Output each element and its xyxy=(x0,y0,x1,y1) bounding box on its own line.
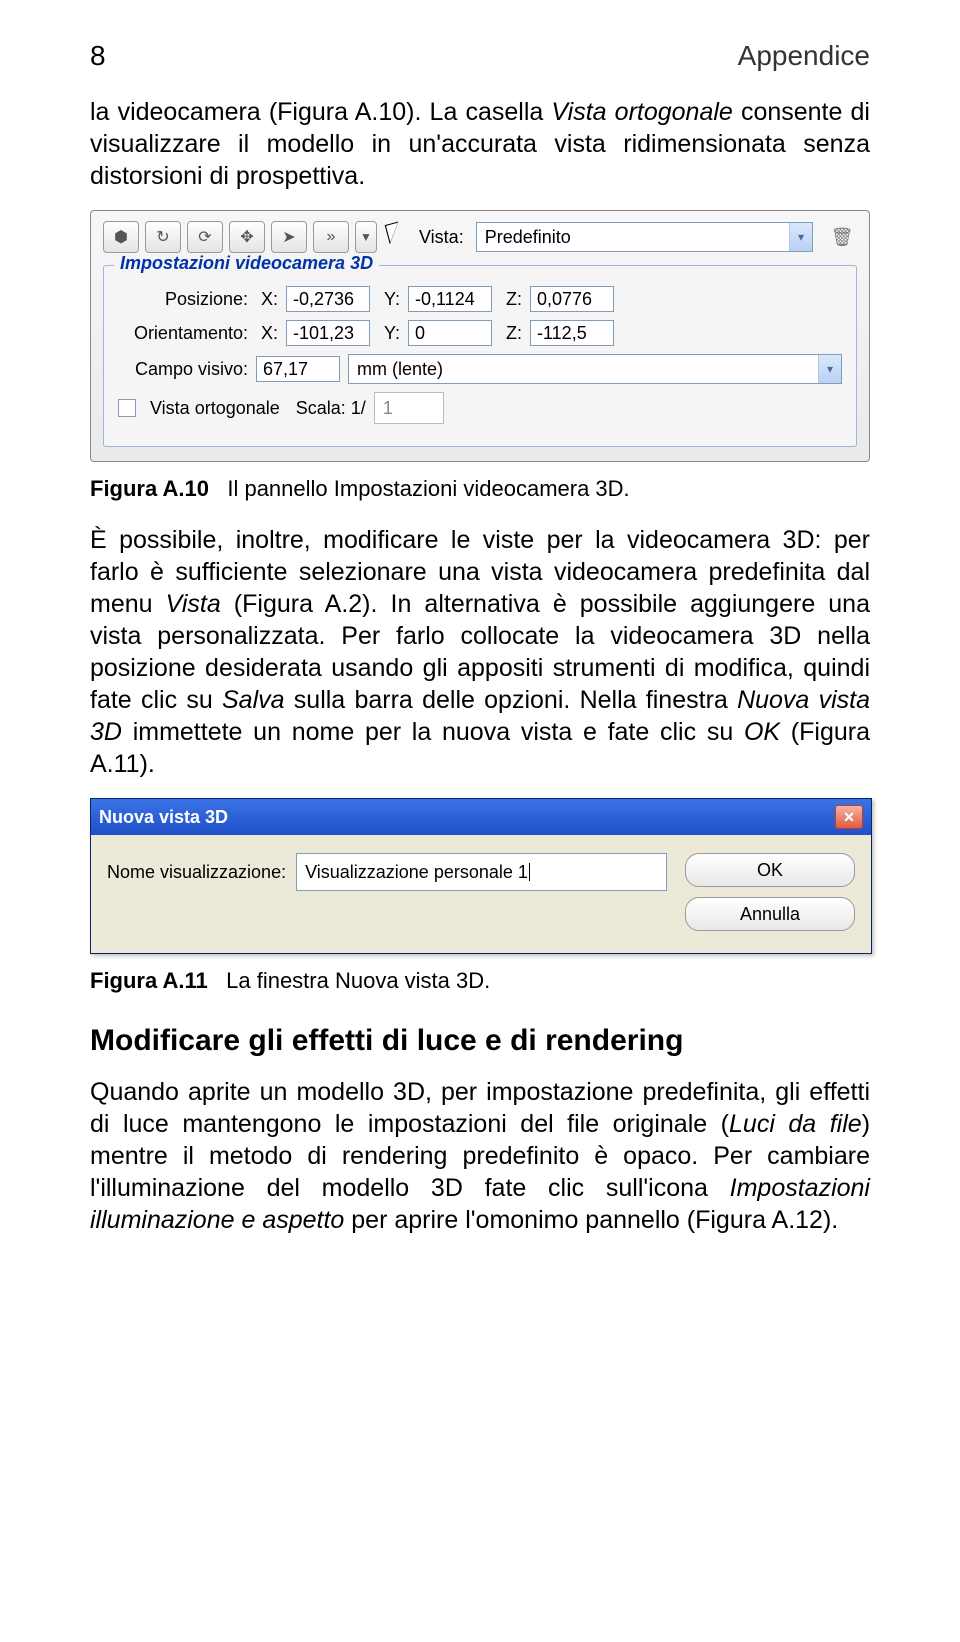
new-view-dialog: Nuova vista 3D ✕ Nome visualizzazione: V… xyxy=(90,798,872,954)
cursor-icon xyxy=(383,221,409,253)
emph: Salva xyxy=(222,686,285,714)
page-number: 8 xyxy=(90,40,106,72)
cancel-button[interactable]: Annulla xyxy=(685,897,855,931)
label-z: Z: xyxy=(500,323,522,344)
label-campo: Campo visivo: xyxy=(118,359,248,380)
camera-fieldset: Impostazioni videocamera 3D Posizione: X… xyxy=(103,265,857,447)
fov-units-combo[interactable]: mm (lente) ▾ xyxy=(348,354,842,384)
dialog-body: Nome visualizzazione: Visualizzazione pe… xyxy=(91,835,871,953)
caption-bold: Figura A.10 xyxy=(90,476,209,501)
caption-fig-a10: Figura A.10 Il pannello Impostazioni vid… xyxy=(90,476,870,502)
page-title: Appendice xyxy=(738,40,870,72)
label-nome: Nome visualizzazione: xyxy=(107,862,286,883)
label-scala: Scala: 1/ xyxy=(296,398,366,419)
input-pos-y[interactable]: -0,1124 xyxy=(408,286,492,312)
caption-fig-a11: Figura A.11 La finestra Nuova vista 3D. xyxy=(90,968,870,994)
input-pos-z[interactable]: 0,0776 xyxy=(530,286,614,312)
dialog-title-text: Nuova vista 3D xyxy=(99,807,228,828)
emph: Luci da file xyxy=(729,1110,862,1138)
ok-button[interactable]: OK xyxy=(685,853,855,887)
emph: Vista xyxy=(166,590,221,618)
dialog-left: Nome visualizzazione: Visualizzazione pe… xyxy=(107,853,667,891)
paragraph-3: Quando aprite un modello 3D, per imposta… xyxy=(90,1076,870,1236)
input-orient-z[interactable]: -112,5 xyxy=(530,320,614,346)
row-fov: Campo visivo: 67,17 mm (lente) ▾ xyxy=(118,354,842,384)
label-x: X: xyxy=(256,323,278,344)
trash-icon[interactable]: 🗑 xyxy=(827,223,857,251)
ortho-checkbox[interactable] xyxy=(118,399,136,417)
tool-roll-icon[interactable]: ⟳ xyxy=(187,221,223,253)
chevron-down-icon: ▾ xyxy=(789,223,812,251)
paragraph-intro: la videocamera (Figura A.10). La casella… xyxy=(90,96,870,192)
input-fov[interactable]: 67,17 xyxy=(256,356,340,382)
camera-settings-panel: ⬢ ↻ ⟳ ✥ ➤ » ▼ Vista: Predefinito ▾ 🗑 Imp… xyxy=(90,210,870,462)
input-pos-x[interactable]: -0,2736 xyxy=(286,286,370,312)
vista-combo-value: Predefinito xyxy=(477,223,789,251)
label-y: Y: xyxy=(378,289,400,310)
label-posizione: Posizione: xyxy=(118,289,248,310)
fov-units-value: mm (lente) xyxy=(349,355,818,383)
cancel-label: Annulla xyxy=(740,904,800,925)
label-orientamento: Orientamento: xyxy=(118,323,248,344)
input-orient-x[interactable]: -101,23 xyxy=(286,320,370,346)
tool-orbit-icon[interactable]: ↻ xyxy=(145,221,181,253)
label-ortogonale: Vista ortogonale xyxy=(150,398,280,419)
page-header: 8 Appendice xyxy=(90,40,870,72)
label-y: Y: xyxy=(378,323,400,344)
caption-text: Il pannello Impostazioni videocamera 3D. xyxy=(227,476,629,501)
tool-zoom-icon[interactable]: » xyxy=(313,221,349,253)
tool-walk-icon[interactable]: ➤ xyxy=(271,221,307,253)
tool-pan-icon[interactable]: ✥ xyxy=(229,221,265,253)
emph: OK xyxy=(744,718,780,746)
close-icon[interactable]: ✕ xyxy=(835,805,863,829)
row-orientation: Orientamento: X: -101,23 Y: 0 Z: -112,5 xyxy=(118,320,842,346)
heading-effects: Modificare gli effetti di luce e di rend… xyxy=(90,1024,870,1058)
input-scale[interactable]: 1 xyxy=(374,392,444,424)
emph: Vista ortogonale xyxy=(551,98,732,126)
dialog-buttons: OK Annulla xyxy=(685,853,855,931)
text: sulla barra delle opzioni. Nella finestr… xyxy=(285,686,738,714)
ok-label: OK xyxy=(757,860,783,881)
tool-dropdown-icon[interactable]: ▼ xyxy=(355,221,377,253)
vista-label: Vista: xyxy=(419,227,464,248)
camera-toolbar: ⬢ ↻ ⟳ ✥ ➤ » ▼ Vista: Predefinito ▾ 🗑 xyxy=(103,221,857,253)
vista-combo[interactable]: Predefinito ▾ xyxy=(476,222,813,252)
caption-text: La finestra Nuova vista 3D. xyxy=(226,968,490,993)
row-ortho: Vista ortogonale Scala: 1/ 1 xyxy=(118,392,842,424)
text-caret-icon xyxy=(529,863,530,881)
row-position: Posizione: X: -0,2736 Y: -0,1124 Z: 0,07… xyxy=(118,286,842,312)
label-z: Z: xyxy=(500,289,522,310)
dialog-titlebar: Nuova vista 3D ✕ xyxy=(91,799,871,835)
input-orient-y[interactable]: 0 xyxy=(408,320,492,346)
view-name-input[interactable]: Visualizzazione personale 1 xyxy=(296,853,667,891)
text: la videocamera (Figura A.10). La casella xyxy=(90,98,551,126)
tool-home-icon[interactable]: ⬢ xyxy=(103,221,139,253)
text: immettete un nome per la nuova vista e f… xyxy=(122,718,744,746)
chevron-down-icon: ▾ xyxy=(818,355,841,383)
view-name-value: Visualizzazione personale 1 xyxy=(305,862,528,883)
fieldset-legend: Impostazioni videocamera 3D xyxy=(114,253,379,274)
label-x: X: xyxy=(256,289,278,310)
text: per aprire l'omonimo pannello (Figura A.… xyxy=(344,1206,838,1234)
caption-bold: Figura A.11 xyxy=(90,968,208,993)
paragraph-2: È possibile, inoltre, modificare le vist… xyxy=(90,524,870,780)
